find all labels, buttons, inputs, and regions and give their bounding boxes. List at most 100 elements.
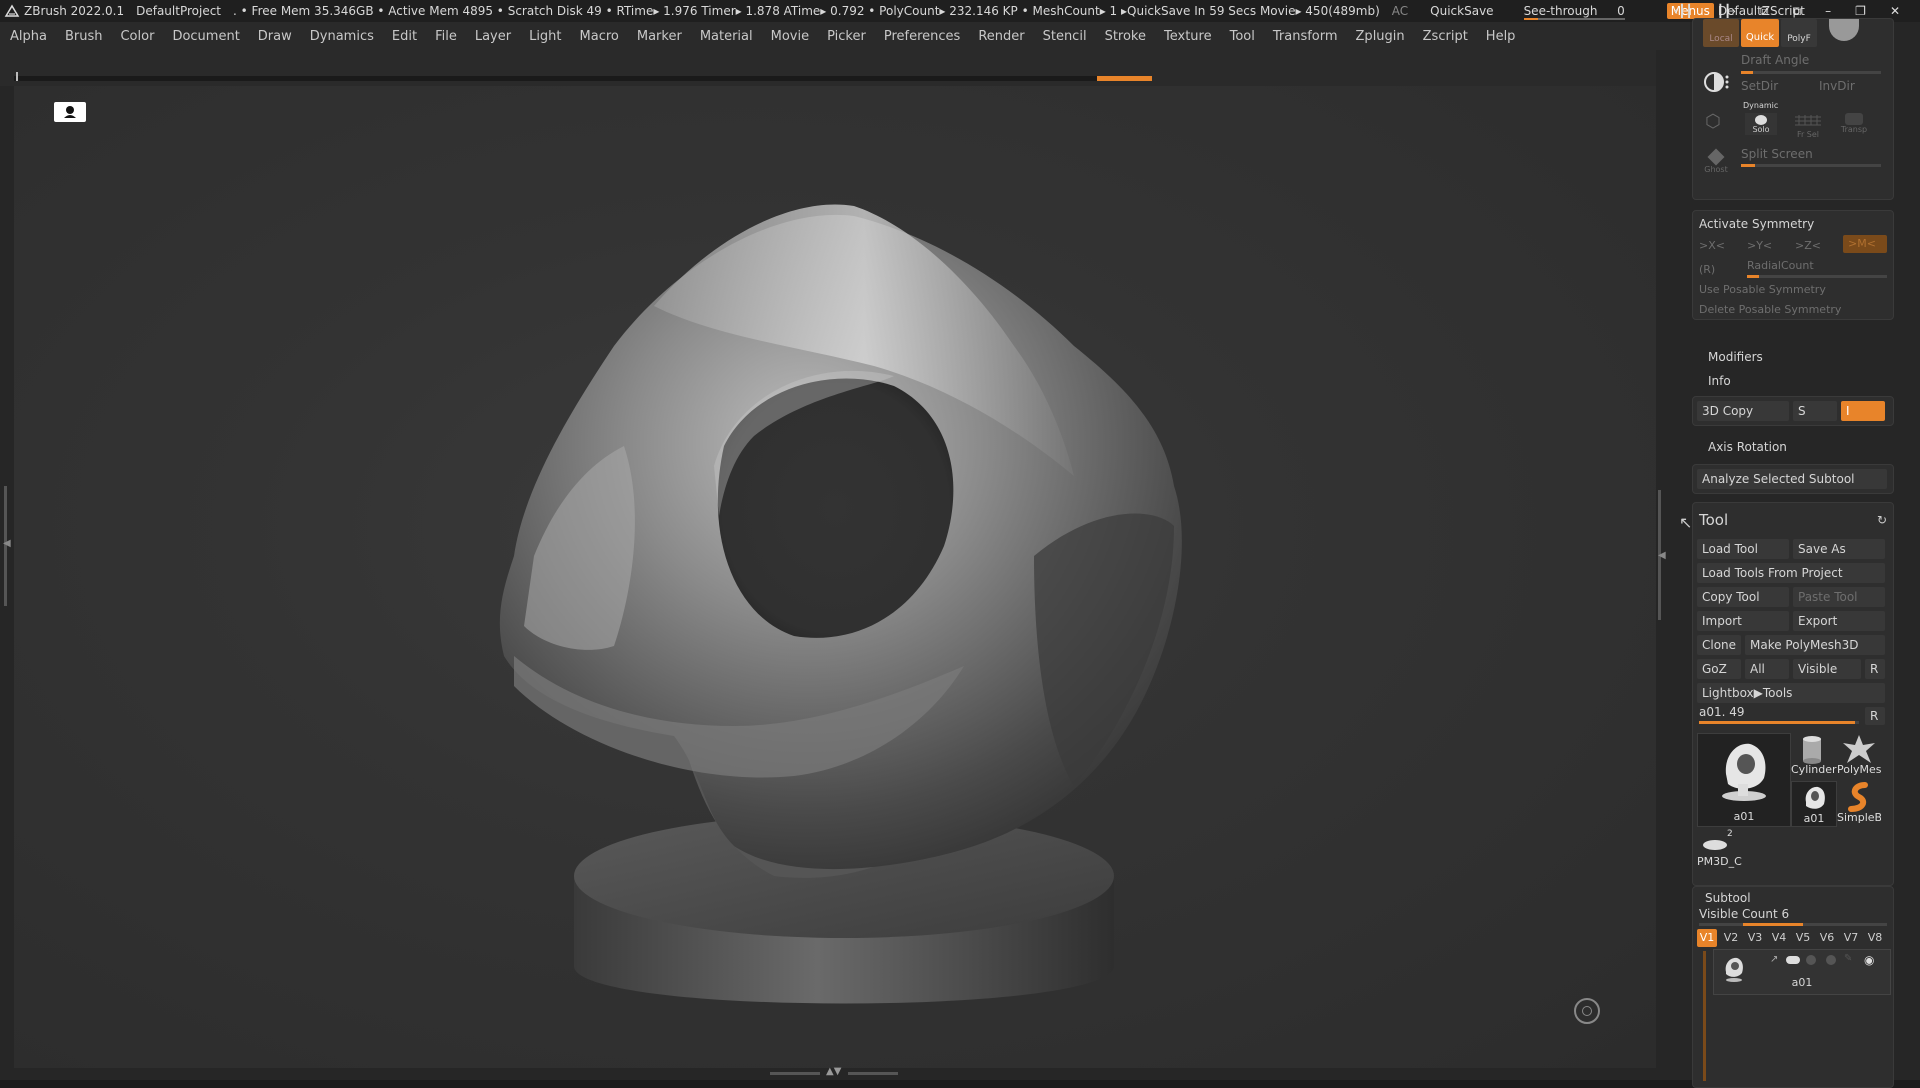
menu-alpha[interactable]: Alpha — [10, 29, 47, 44]
menu-tool[interactable]: Tool — [1230, 29, 1255, 44]
window-swap-icon[interactable]: ⧉ — [1760, 4, 1769, 19]
draft-angle-slider[interactable] — [1741, 71, 1881, 74]
tool-thumb-cylinder[interactable]: Cylinder — [1791, 733, 1837, 777]
ghost-button[interactable]: Ghost — [1703, 148, 1729, 181]
activate-symmetry-button[interactable]: Activate Symmetry — [1699, 217, 1814, 231]
paste-tool-button[interactable]: Paste Tool — [1793, 587, 1885, 607]
load-tools-from-project-button[interactable]: Load Tools From Project — [1697, 563, 1885, 583]
menu-layer[interactable]: Layer — [475, 29, 511, 44]
invdir-button[interactable]: InvDir — [1819, 79, 1855, 93]
window-copy-icon[interactable]: ⧉ — [1793, 4, 1802, 19]
menu-picker[interactable]: Picker — [827, 29, 866, 44]
subtool-scrollbar[interactable] — [1703, 951, 1706, 1081]
symmetry-z-button[interactable]: >Z< — [1795, 239, 1821, 252]
tool-pin-icon[interactable]: ↖ — [1679, 513, 1692, 532]
subtool-polypaint-icon[interactable] — [1806, 955, 1816, 965]
subtool-tab-v2[interactable]: V2 — [1721, 929, 1741, 947]
current-tool-r-button[interactable]: R — [1865, 707, 1885, 725]
menu-material[interactable]: Material — [700, 29, 753, 44]
restore-icon[interactable]: ❐ — [1855, 4, 1866, 18]
axis-rotation-header[interactable]: Axis Rotation — [1708, 440, 1787, 454]
close-icon[interactable]: ✕ — [1890, 4, 1900, 18]
bottom-tray[interactable]: ▲▼ — [14, 1066, 1656, 1080]
menu-movie[interactable]: Movie — [771, 29, 809, 44]
left-tray[interactable]: ◀ — [0, 86, 14, 1080]
tool-thumb-polymesh[interactable]: PolyMes — [1837, 733, 1881, 777]
timeline-thumb[interactable] — [1097, 76, 1152, 81]
menu-preferences[interactable]: Preferences — [884, 29, 960, 44]
menu-light[interactable]: Light — [529, 29, 561, 44]
save-as-button[interactable]: Save As — [1793, 539, 1885, 559]
goz-visible-button[interactable]: Visible — [1793, 659, 1861, 679]
radial-count-slider[interactable] — [1747, 275, 1887, 278]
subtool-toggle-icon[interactable] — [1786, 956, 1800, 964]
menu-edit[interactable]: Edit — [392, 29, 417, 44]
canvas-viewport[interactable] — [14, 86, 1656, 1068]
menu-dynamics[interactable]: Dynamics — [310, 29, 374, 44]
transp-button[interactable]: Transp — [1839, 113, 1869, 139]
use-posable-symmetry-button[interactable]: Use Posable Symmetry — [1699, 283, 1826, 296]
floor-toggle-icon[interactable] — [54, 102, 86, 122]
goz-all-button[interactable]: All — [1745, 659, 1789, 679]
copy3d-i-button[interactable]: I — [1841, 401, 1885, 421]
layout-toggle-2-icon[interactable]: ┃┃› — [1717, 4, 1736, 18]
right-tray-divider[interactable]: ◀ — [1656, 50, 1690, 1080]
menu-render[interactable]: Render — [978, 29, 1024, 44]
menu-brush[interactable]: Brush — [65, 29, 103, 44]
quicksave-button[interactable]: QuickSave — [1430, 4, 1493, 18]
quick-button[interactable]: Quick — [1741, 19, 1779, 47]
bottom-tray-handle-right[interactable] — [848, 1072, 898, 1075]
menu-stroke[interactable]: Stroke — [1105, 29, 1146, 44]
copy3d-button[interactable]: 3D Copy — [1697, 401, 1789, 421]
export-button[interactable]: Export — [1793, 611, 1885, 631]
tool-palette-title[interactable]: Tool — [1699, 511, 1728, 529]
menu-stencil[interactable]: Stencil — [1043, 29, 1087, 44]
tool-thumb-a01-main[interactable]: a01 — [1697, 733, 1791, 827]
subtool-tab-v1[interactable]: V1 — [1697, 929, 1717, 947]
visible-count-slider[interactable] — [1699, 923, 1887, 926]
subtool-header[interactable]: Subtool — [1705, 891, 1751, 905]
make-polymesh3d-button[interactable]: Make PolyMesh3D — [1745, 635, 1885, 655]
local-button[interactable]: Local — [1703, 19, 1739, 47]
subtool-visibility-eye-icon[interactable]: ◉ — [1864, 953, 1874, 967]
menu-zscript[interactable]: Zscript — [1423, 29, 1468, 44]
tool-thumb-pm3d[interactable]: 2 PM3D_C — [1697, 829, 1742, 873]
clone-button[interactable]: Clone — [1697, 635, 1741, 655]
layout-toggle-icon[interactable]: ‹┃┃ — [1674, 4, 1693, 18]
analyze-selected-subtool-button[interactable]: Analyze Selected Subtool — [1697, 469, 1887, 489]
left-tray-arrow-icon[interactable]: ◀ — [3, 538, 11, 549]
sculpt-model[interactable] — [14, 86, 1656, 1068]
tool-thumb-simplebrush[interactable]: SimpleB — [1837, 781, 1881, 825]
menu-macro[interactable]: Macro — [580, 29, 619, 44]
subtool-material-icon[interactable] — [1826, 955, 1836, 965]
subtool-brush-icon[interactable]: ↗ — [1770, 954, 1778, 965]
goz-r-button[interactable]: R — [1865, 659, 1885, 679]
subtool-tab-v6[interactable]: V6 — [1817, 929, 1837, 947]
modifiers-header[interactable]: Modifiers — [1708, 350, 1763, 364]
current-tool-slider[interactable] — [1699, 721, 1859, 724]
subtool-tab-v4[interactable]: V4 — [1769, 929, 1789, 947]
sphere-icon[interactable] — [1829, 19, 1859, 41]
right-tray-arrow-icon[interactable]: ◀ — [1658, 550, 1666, 561]
polyf-button[interactable]: PolyF — [1781, 19, 1817, 47]
symmetry-y-button[interactable]: >Y< — [1747, 239, 1772, 252]
menu-file[interactable]: File — [435, 29, 457, 44]
solo-button[interactable]: Solo — [1745, 113, 1777, 135]
lightbox-tools-button[interactable]: Lightbox▶Tools — [1697, 683, 1885, 703]
cube-icon[interactable]: ⬡ — [1705, 111, 1721, 132]
subtool-pencil-icon[interactable]: ✎ — [1844, 953, 1852, 964]
subtool-tab-v5[interactable]: V5 — [1793, 929, 1813, 947]
symmetry-r-button[interactable]: (R) — [1699, 263, 1715, 276]
tool-thumb-a01-small[interactable]: a01 — [1791, 781, 1837, 827]
menu-help[interactable]: Help — [1486, 29, 1516, 44]
setdir-button[interactable]: SetDir — [1741, 79, 1778, 93]
copy3d-s-button[interactable]: S — [1793, 401, 1837, 421]
subtool-tab-v3[interactable]: V3 — [1745, 929, 1765, 947]
menu-document[interactable]: Document — [172, 29, 239, 44]
delete-posable-symmetry-button[interactable]: Delete Posable Symmetry — [1699, 303, 1841, 316]
copy-tool-button[interactable]: Copy Tool — [1697, 587, 1789, 607]
menu-draw[interactable]: Draw — [258, 29, 292, 44]
bottom-tray-arrow-icon[interactable]: ▲▼ — [826, 1066, 841, 1077]
contrast-toggle-icon[interactable] — [1701, 67, 1731, 97]
info-header[interactable]: Info — [1708, 374, 1731, 388]
